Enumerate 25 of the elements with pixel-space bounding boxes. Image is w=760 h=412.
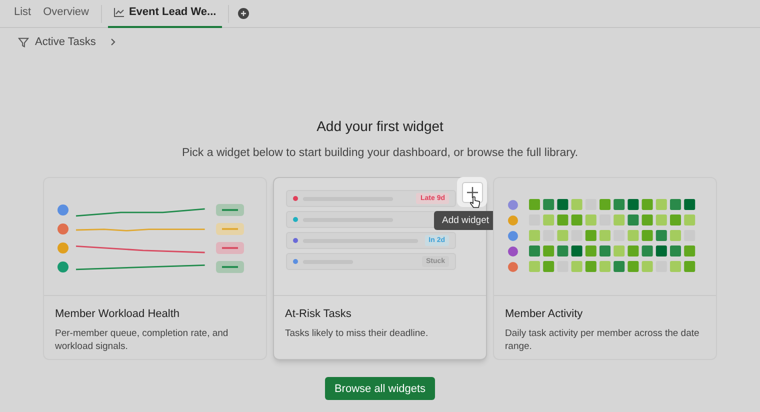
widget-title: Member Activity: [504, 307, 584, 322]
add-tab-button[interactable]: [238, 8, 250, 19]
member-dot-icon: [508, 262, 518, 272]
widget-title: At-Risk Tasks: [284, 307, 352, 322]
member-dot-icon: [508, 246, 518, 257]
widget-description: Per-member queue, completion rate, and workload signals.: [54, 326, 230, 353]
filter-label[interactable]: Active Tasks: [35, 34, 96, 50]
widget-title: Member Workload Health: [54, 307, 181, 322]
browse-widgets-button[interactable]: Browse all widgets: [325, 377, 435, 400]
line-chart-icon: [114, 8, 124, 17]
heading: Add your first widget: [316, 117, 444, 136]
member-dot-icon: [508, 200, 518, 210]
member-dot-icon: [508, 231, 518, 242]
chevron-right-icon[interactable]: [110, 38, 116, 46]
subheading: Pick a widget below to start building your dashboard, or browse the full library.: [182, 146, 578, 161]
member-dot-icon: [508, 216, 518, 226]
filter-icon: [18, 36, 29, 48]
tab[interactable]: List: [8, 0, 38, 28]
widget-description: Tasks likely to miss their deadline.: [284, 326, 430, 340]
plus-icon: [240, 10, 248, 17]
hand-cursor-icon: [470, 196, 480, 210]
tab[interactable]: Event Lead We...: [108, 0, 222, 28]
tab[interactable]: Overview: [37, 0, 95, 28]
plus-icon: [466, 186, 478, 198]
widget-description: Daily task activity per member across the date range.: [504, 326, 700, 353]
